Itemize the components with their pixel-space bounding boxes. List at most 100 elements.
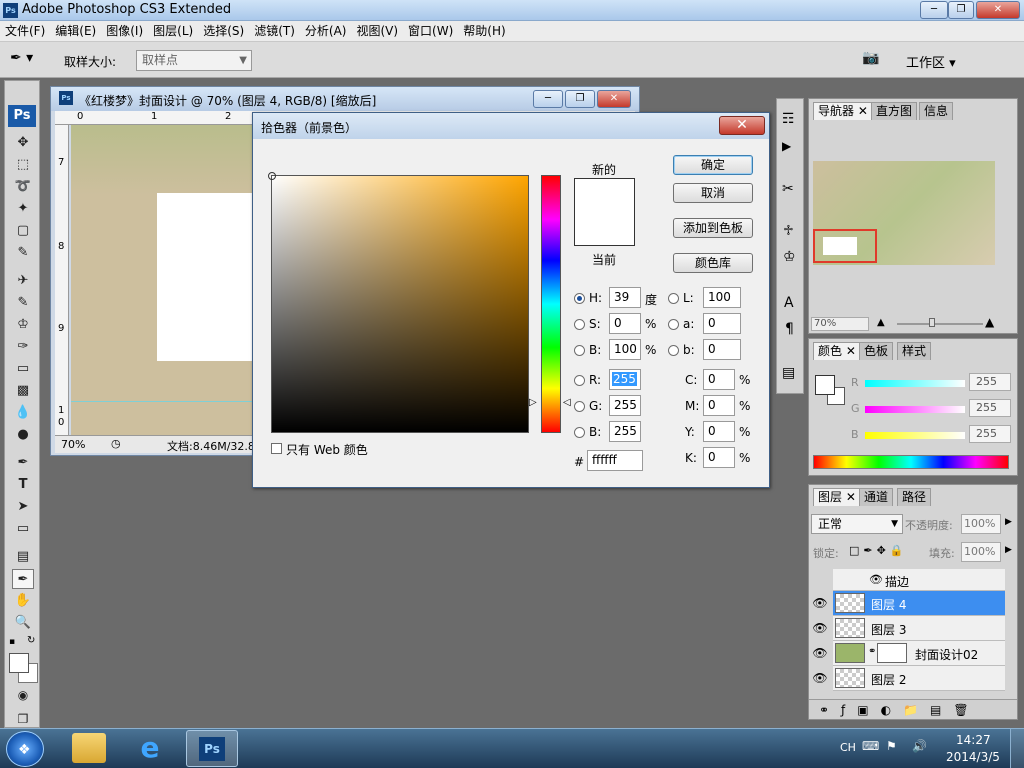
clock-time[interactable]: 14:27 bbox=[956, 733, 991, 747]
quick-mask-icon[interactable]: ◉ bbox=[12, 685, 34, 705]
tab-channels[interactable]: 通道 bbox=[859, 488, 894, 506]
healing-brush-icon[interactable]: ✈ bbox=[12, 271, 34, 291]
ok-button[interactable]: 确定 bbox=[673, 155, 753, 175]
layer-row[interactable]: ⚭ 封面设计02 bbox=[833, 641, 1005, 666]
doc-minimize-button[interactable]: ─ bbox=[533, 90, 563, 108]
tab-color[interactable]: 颜色 ✕ bbox=[813, 342, 861, 360]
show-desktop-button[interactable] bbox=[1010, 729, 1024, 768]
g-input[interactable]: 255 bbox=[609, 395, 641, 416]
brush-tool-icon[interactable]: ✎ bbox=[12, 293, 34, 313]
layer-mask-thumbnail[interactable] bbox=[877, 643, 907, 663]
tab-info[interactable]: 信息 bbox=[919, 102, 954, 120]
layer-row[interactable]: 图层 2 bbox=[833, 666, 1005, 691]
lock-icons[interactable]: □✒✥🔒 bbox=[849, 544, 908, 557]
slice-tool-icon[interactable]: ✎ bbox=[12, 243, 34, 263]
tab-styles[interactable]: 样式 bbox=[897, 342, 932, 360]
layers-footer-icons[interactable]: ⚭ƒ▣◐📁▤🗑 bbox=[809, 699, 1017, 719]
pen-tool-icon[interactable]: ✒ bbox=[12, 453, 34, 473]
stamp-tool-icon[interactable]: ♔ bbox=[12, 315, 34, 335]
volume-icon[interactable]: 🔊 bbox=[912, 739, 927, 753]
blend-mode-select[interactable]: 正常 ▼ bbox=[811, 514, 903, 534]
y-input[interactable]: 0 bbox=[703, 421, 735, 442]
canvas[interactable] bbox=[71, 125, 253, 435]
workspace-button[interactable]: 工作区 ▾ bbox=[906, 52, 956, 71]
tray-flag-icon[interactable]: ⚑ bbox=[886, 739, 897, 753]
tool-presets-icon[interactable]: ✂ bbox=[782, 181, 794, 197]
eraser-tool-icon[interactable]: ▭ bbox=[12, 359, 34, 379]
zoom-level[interactable]: 70% bbox=[61, 438, 85, 451]
layer-effect-row[interactable]: 👁 描边 bbox=[833, 569, 1005, 591]
menu-analysis[interactable]: 分析(A) bbox=[300, 21, 352, 41]
opacity-arrow-icon[interactable]: ▶ bbox=[1005, 517, 1012, 527]
color-r-value[interactable]: 255 bbox=[969, 373, 1011, 391]
eyedropper-preset-icon[interactable]: ✒ ▾ bbox=[10, 50, 50, 70]
tab-navigator[interactable]: 导航器 ✕ bbox=[813, 102, 873, 120]
layer-comps-icon[interactable]: ▤ bbox=[782, 365, 795, 381]
navigator-view-box[interactable] bbox=[813, 229, 877, 263]
hue-slider-right-arrow[interactable]: ◁ bbox=[563, 397, 571, 408]
tab-histogram[interactable]: 直方图 bbox=[871, 102, 918, 120]
lasso-tool-icon[interactable]: ➰ bbox=[12, 177, 34, 197]
add-to-swatches-button[interactable]: 添加到色板 bbox=[673, 218, 753, 238]
eye-icon[interactable]: 👁 bbox=[811, 641, 829, 665]
notes-tool-icon[interactable]: ▤ bbox=[12, 547, 34, 567]
paragraph-panel-icon[interactable]: ¶ bbox=[785, 321, 794, 337]
menu-edit[interactable]: 编辑(E) bbox=[50, 21, 101, 41]
opacity-input[interactable]: 100% bbox=[961, 514, 1001, 534]
g-radio[interactable] bbox=[574, 401, 585, 412]
zoom-out-icon[interactable]: ▲ bbox=[877, 317, 885, 328]
restore-button[interactable]: ❐ bbox=[948, 1, 974, 19]
navigator-zoom-slider[interactable] bbox=[897, 323, 983, 325]
fill-arrow-icon[interactable]: ▶ bbox=[1005, 545, 1012, 555]
close-icon[interactable]: ✕ bbox=[719, 116, 765, 135]
menu-window[interactable]: 窗口(W) bbox=[403, 21, 458, 41]
hue-slider-left-arrow[interactable]: ▷ bbox=[529, 397, 537, 408]
history-brush-icon[interactable]: ✑ bbox=[12, 337, 34, 357]
brushes-panel-icon[interactable]: ♱ bbox=[783, 223, 794, 239]
close-icon[interactable]: ✕ bbox=[846, 490, 856, 504]
type-tool-icon[interactable]: T bbox=[12, 475, 34, 495]
shape-tool-icon[interactable]: ▭ bbox=[12, 519, 34, 539]
explorer-taskbar-icon[interactable] bbox=[72, 733, 106, 763]
status-menu-icon[interactable]: ◷ bbox=[111, 437, 121, 450]
blue-input[interactable]: 255 bbox=[609, 421, 641, 442]
start-button[interactable]: ❖ bbox=[6, 731, 44, 767]
marquee-tool-icon[interactable]: ⬚ bbox=[12, 155, 34, 175]
eyedropper-tool-icon[interactable]: ✒ bbox=[12, 569, 34, 589]
navigator-thumbnail[interactable] bbox=[813, 161, 995, 265]
blur-tool-icon[interactable]: 💧 bbox=[12, 403, 34, 423]
screen-mode-icon[interactable]: ❐ bbox=[12, 709, 34, 729]
color-r-slider[interactable] bbox=[865, 380, 965, 387]
move-tool-icon[interactable]: ✥ bbox=[12, 133, 34, 153]
navigator-zoom-input[interactable]: 70% bbox=[811, 317, 869, 331]
web-colors-checkbox[interactable] bbox=[271, 443, 282, 454]
zoom-tool-icon[interactable]: 🔍 bbox=[12, 613, 34, 633]
eye-icon[interactable]: 👁 bbox=[869, 573, 883, 586]
eye-icon[interactable]: 👁 bbox=[811, 666, 829, 690]
menu-view[interactable]: 视图(V) bbox=[351, 21, 403, 41]
clock-date[interactable]: 2014/3/5 bbox=[946, 750, 1000, 764]
character-panel-icon[interactable]: A bbox=[784, 295, 794, 311]
minimize-button[interactable]: ─ bbox=[920, 1, 948, 19]
color-libraries-button[interactable]: 颜色库 bbox=[673, 253, 753, 273]
internet-explorer-icon[interactable]: e bbox=[134, 732, 166, 764]
bridge-icon[interactable]: 📷 bbox=[862, 50, 888, 70]
color-b-value[interactable]: 255 bbox=[969, 425, 1011, 443]
color-b-slider[interactable] bbox=[865, 432, 965, 439]
menu-image[interactable]: 图像(I) bbox=[101, 21, 148, 41]
gradient-tool-icon[interactable]: ▩ bbox=[12, 381, 34, 401]
doc-restore-button[interactable]: ❐ bbox=[565, 90, 595, 108]
foreground-color-swatch[interactable] bbox=[9, 653, 29, 673]
sample-size-select[interactable]: 取样点 ▼ bbox=[136, 50, 252, 71]
r-radio[interactable] bbox=[574, 375, 585, 386]
menu-layer[interactable]: 图层(L) bbox=[148, 21, 198, 41]
clone-source-icon[interactable]: ♔ bbox=[783, 249, 796, 265]
crop-tool-icon[interactable]: ▢ bbox=[12, 221, 34, 241]
default-colors-icon[interactable]: ▪ bbox=[9, 637, 15, 647]
s-input[interactable]: 0 bbox=[609, 313, 641, 334]
cancel-button[interactable]: 取消 bbox=[673, 183, 753, 203]
color-field-cursor[interactable] bbox=[268, 172, 276, 180]
magic-wand-tool-icon[interactable]: ✦ bbox=[12, 199, 34, 219]
close-icon[interactable]: ✕ bbox=[858, 104, 868, 118]
hand-tool-icon[interactable]: ✋ bbox=[12, 591, 34, 611]
